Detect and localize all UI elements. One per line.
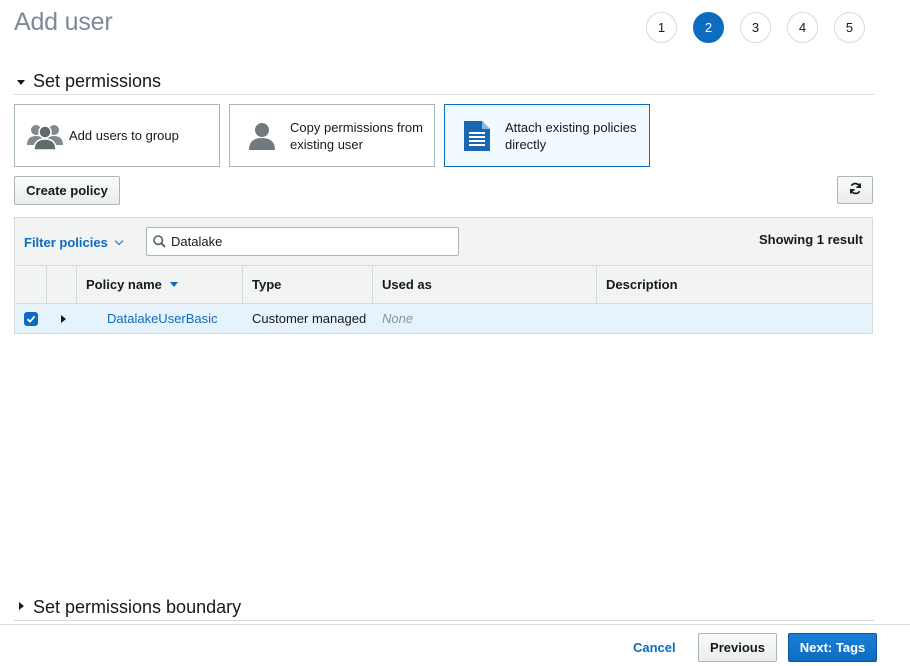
header-label: Description	[606, 277, 678, 292]
header-policy-name[interactable]: Policy name	[77, 266, 243, 303]
policies-table: Filter policies Datalake Showing 1 resul…	[14, 217, 873, 334]
cancel-button[interactable]: Cancel	[633, 640, 676, 655]
filter-bar: Filter policies Datalake Showing 1 resul…	[15, 218, 872, 266]
row-checkbox[interactable]	[24, 311, 38, 326]
filter-policies-dropdown[interactable]: Filter policies	[24, 235, 124, 250]
search-input[interactable]: Datalake	[146, 227, 459, 256]
wizard-footer: Cancel Previous Next: Tags	[0, 624, 910, 666]
table-row[interactable]: DatalakeUserBasic Customer managed None	[15, 304, 872, 333]
type-cell: Customer managed	[252, 311, 367, 326]
chevron-down-icon	[114, 236, 124, 245]
header-used-as[interactable]: Used as	[373, 266, 597, 303]
header-label: Policy name	[86, 277, 162, 292]
option-add-users-to-group[interactable]: Add users to group	[14, 104, 220, 167]
wizard-steps: 1 2 3 4 5	[646, 12, 881, 43]
search-icon	[153, 235, 166, 248]
header-label: Type	[252, 277, 282, 292]
caret-right-icon	[19, 602, 24, 610]
search-value[interactable]: Datalake	[171, 234, 222, 249]
header-select-column	[15, 266, 47, 303]
previous-button[interactable]: Previous	[698, 633, 777, 662]
next-tags-button[interactable]: Next: Tags	[788, 633, 877, 662]
refresh-icon	[849, 182, 862, 198]
table-header-row: Policy name Type Used as Description	[15, 266, 872, 304]
page-title: Add user	[14, 8, 113, 36]
expand-caret-icon[interactable]	[61, 314, 66, 323]
description-cell	[597, 304, 872, 333]
set-permissions-title: Set permissions	[33, 71, 162, 91]
filter-policies-label: Filter policies	[24, 235, 108, 250]
document-icon	[455, 120, 499, 152]
user-icon	[240, 121, 284, 151]
header-label: Used as	[382, 277, 432, 292]
set-permissions-header[interactable]: Set permissions	[14, 70, 874, 95]
step-4[interactable]: 4	[787, 12, 818, 43]
result-count: Showing 1 result	[758, 232, 863, 247]
step-2-current[interactable]: 2	[693, 12, 724, 43]
option-label: Copy permissions from existing user	[290, 119, 423, 152]
sort-descending-icon[interactable]	[169, 282, 178, 287]
policy-name-cell: DatalakeUserBasic	[77, 304, 243, 333]
row-select-cell	[15, 304, 47, 333]
refresh-button[interactable]	[837, 176, 873, 204]
row-expand-cell	[47, 304, 77, 333]
option-copy-permissions[interactable]: Copy permissions from existing user	[229, 104, 435, 167]
caret-down-icon	[17, 80, 25, 85]
header-description[interactable]: Description	[597, 266, 872, 303]
set-permissions-boundary-title: Set permissions boundary	[33, 597, 242, 617]
set-permissions-boundary-header[interactable]: Set permissions boundary	[14, 596, 874, 621]
users-group-icon	[25, 121, 65, 151]
create-policy-button[interactable]: Create policy	[14, 176, 120, 205]
option-label: Add users to group	[69, 128, 179, 143]
used-as-cell: None	[382, 311, 414, 326]
option-attach-policies[interactable]: Attach existing policies directly	[444, 104, 650, 167]
option-label: Attach existing policies directly	[505, 119, 637, 152]
step-1[interactable]: 1	[646, 12, 677, 43]
header-type[interactable]: Type	[243, 266, 373, 303]
checkmark-icon	[26, 315, 36, 323]
permission-options: Add users to group Copy permissions from…	[14, 104, 659, 167]
header-expand-column	[47, 266, 77, 303]
policy-name-link[interactable]: DatalakeUserBasic	[107, 311, 218, 326]
step-5[interactable]: 5	[834, 12, 865, 43]
step-3[interactable]: 3	[740, 12, 771, 43]
